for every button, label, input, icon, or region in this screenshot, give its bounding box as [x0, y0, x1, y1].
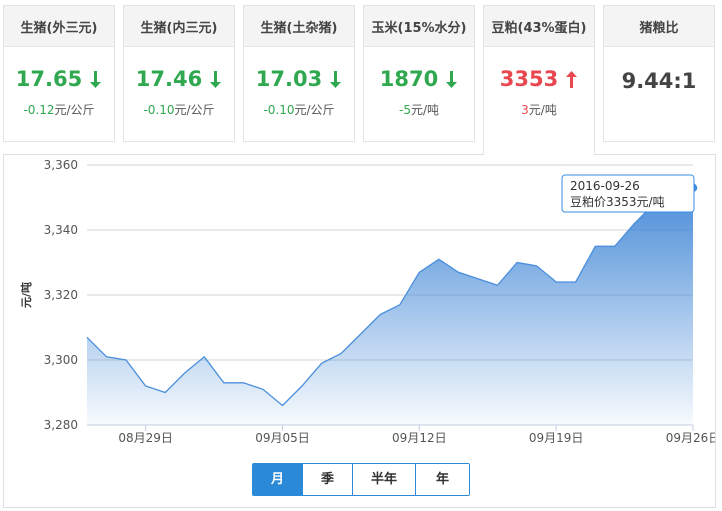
y-axis-label: 元/吨 [19, 282, 33, 308]
card-change: -5元/吨 [398, 103, 439, 117]
range-tabs: 月 季 半年 年 [252, 463, 470, 496]
y-tick-label: 3,360 [44, 158, 78, 172]
y-tick-label: 3,300 [44, 353, 78, 367]
tooltip-value: 豆粕价3353元/吨 [570, 194, 665, 209]
price-card-pig-local[interactable]: 生猪(土杂猪) 17.03 -0.10元/公斤 [243, 5, 355, 142]
card-change: -0.10元/公斤 [263, 103, 335, 117]
price-card-pig-outer[interactable]: 生猪(外三元) 17.65 -0.12元/公斤 [3, 5, 115, 142]
price-card-soymeal[interactable]: 豆粕(43%蛋白) 3353 3元/吨 [483, 5, 595, 155]
area-chart: 3,280 3,300 3,320 3,340 3,360 元/吨 08月29日 09月05日… [19, 158, 715, 445]
card-title: 生猪(内三元) [124, 6, 234, 47]
card-value: 17.46 [124, 67, 234, 91]
price-card-corn[interactable]: 玉米(15%水分) 1870 -5元/吨 [363, 5, 475, 142]
card-value: 17.03 [244, 67, 354, 91]
x-tick-label: 09月26日 [666, 431, 715, 445]
tab-month[interactable]: 月 [253, 464, 302, 495]
card-value: 1870 [364, 67, 474, 91]
y-tick-label: 3,280 [44, 418, 78, 432]
down-arrow-icon [330, 70, 342, 88]
card-value: 9.44:1 [621, 69, 697, 93]
x-tick-label: 09月05日 [255, 431, 310, 445]
price-card-pig-inner[interactable]: 生猪(内三元) 17.46 -0.10元/公斤 [123, 5, 235, 142]
card-value: 17.65 [4, 67, 114, 91]
card-value: 3353 [484, 67, 594, 91]
price-card-pig-grain-ratio[interactable]: 猪粮比 9.44:1 [603, 5, 715, 142]
card-title: 猪粮比 [604, 6, 714, 47]
card-change: -0.10元/公斤 [143, 103, 215, 117]
price-chart: 3,280 3,300 3,320 3,340 3,360 元/吨 08月29日 09月05日… [3, 154, 716, 508]
down-arrow-icon [446, 70, 458, 88]
y-tick-label: 3,320 [44, 288, 78, 302]
x-tick-label: 09月19日 [529, 431, 584, 445]
card-change: 3元/吨 [521, 103, 557, 117]
down-arrow-icon [210, 70, 222, 88]
x-tick-label: 08月29日 [118, 431, 173, 445]
tab-half-year[interactable]: 半年 [352, 464, 415, 495]
tooltip-date: 2016-09-26 [570, 179, 640, 193]
y-tick-label: 3,340 [44, 223, 78, 237]
tab-year[interactable]: 年 [415, 464, 469, 495]
card-title: 豆粕(43%蛋白) [484, 6, 594, 47]
tab-quarter[interactable]: 季 [302, 464, 352, 495]
up-arrow-icon [566, 70, 578, 88]
x-tick-label: 09月12日 [392, 431, 447, 445]
card-title: 生猪(土杂猪) [244, 6, 354, 47]
series-area [87, 187, 693, 425]
card-title: 生猪(外三元) [4, 6, 114, 47]
card-title: 玉米(15%水分) [364, 6, 474, 47]
down-arrow-icon [90, 70, 102, 88]
card-change: -0.12元/公斤 [23, 103, 95, 117]
